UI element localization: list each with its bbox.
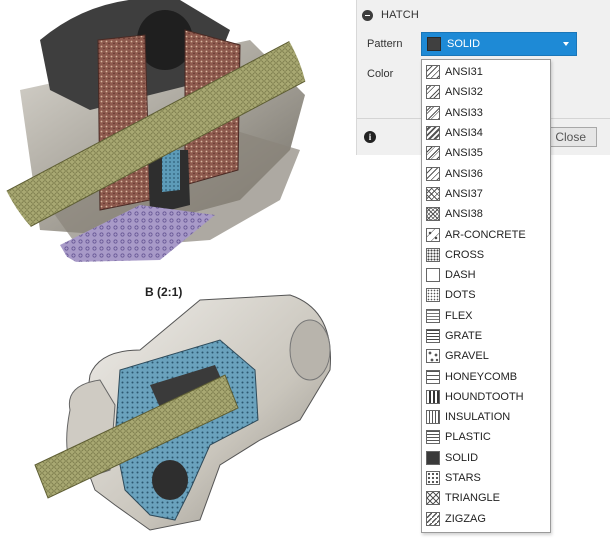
pattern-option[interactable]: DASH [422, 265, 550, 285]
flex-pattern-icon [426, 308, 440, 323]
pattern-option[interactable]: ZIGZAG [422, 509, 550, 529]
pattern-option-label: PLASTIC [445, 431, 491, 444]
pattern-option[interactable]: FLEX [422, 306, 550, 326]
pattern-option[interactable]: STARS [422, 468, 550, 488]
pattern-option-label: ANSI38 [445, 208, 483, 221]
pattern-option-label: INSULATION [445, 411, 511, 424]
solid-swatch-icon [427, 37, 441, 51]
info-icon[interactable]: i [364, 131, 376, 143]
pattern-option-label: HOUNDTOOTH [445, 390, 524, 403]
ansi31-pattern-icon [426, 65, 440, 80]
pattern-option[interactable]: ANSI34 [422, 123, 550, 143]
ansi36-pattern-icon [426, 166, 440, 181]
pattern-option[interactable]: ANSI36 [422, 163, 550, 183]
pattern-option-label: FLEX [445, 309, 473, 322]
pattern-option-label: AR-CONCRETE [445, 228, 526, 241]
grate-pattern-icon [426, 329, 440, 343]
pattern-option-label: ANSI31 [445, 66, 483, 79]
honeycomb-pattern-icon [426, 369, 440, 384]
pattern-option[interactable]: HOUNDTOOTH [422, 387, 550, 407]
close-button[interactable]: Close [543, 127, 597, 147]
pattern-dropdown-list: ANSI31 ANSI32 ANSI33 ANSI34 ANSI35 ANSI36 ANSI… [421, 59, 551, 533]
pattern-selected-value: SOLID [447, 38, 481, 50]
ansi32-pattern-icon [426, 85, 440, 100]
pattern-option[interactable]: ANSI32 [422, 82, 550, 102]
panel-title: HATCH [381, 9, 420, 21]
pattern-option-label: TRIANGLE [445, 492, 501, 505]
pattern-option-label: GRATE [445, 330, 483, 342]
pattern-option[interactable]: SOLID [422, 448, 550, 468]
pattern-option-label: GRAVEL [445, 350, 489, 363]
section-view-detail-bottom [34, 294, 331, 531]
dash-pattern-icon [426, 268, 440, 283]
pattern-option-label: ANSI34 [445, 127, 483, 140]
triangle-pattern-icon [426, 491, 440, 506]
pattern-option[interactable]: GRAVEL [422, 346, 550, 366]
collapse-icon[interactable] [362, 9, 373, 21]
chevron-down-icon [563, 42, 569, 46]
ansi37-pattern-icon [426, 186, 440, 201]
ansi35-pattern-icon [426, 146, 440, 161]
pattern-option[interactable]: INSULATION [422, 407, 550, 427]
pattern-option[interactable]: ANSI31 [422, 62, 550, 82]
color-label: Color [367, 68, 394, 80]
pattern-option-label: ANSI32 [445, 86, 483, 99]
pattern-option[interactable]: CROSS [422, 245, 550, 265]
pattern-option[interactable]: AR-CONCRETE [422, 224, 550, 244]
pattern-option[interactable]: ANSI38 [422, 204, 550, 224]
pattern-select[interactable]: SOLID [421, 32, 577, 56]
pattern-option[interactable]: ANSI35 [422, 143, 550, 163]
stars-pattern-icon [426, 471, 440, 486]
dots-pattern-icon [426, 288, 440, 303]
section-view-detail-top [0, 0, 310, 275]
pattern-option-label: ANSI36 [445, 167, 483, 180]
pattern-option[interactable]: DOTS [422, 285, 550, 305]
plastic-pattern-icon [426, 430, 440, 445]
pattern-option-label: CROSS [445, 248, 485, 261]
pattern-option[interactable]: ANSI37 [422, 184, 550, 204]
pattern-option-label: ZIGZAG [445, 512, 486, 525]
pattern-option[interactable]: ANSI33 [422, 103, 550, 123]
ansi33-pattern-icon [426, 105, 440, 120]
ansi38-pattern-icon [426, 207, 440, 222]
pattern-option-label: HONEYCOMB [445, 370, 518, 383]
insulation-pattern-icon [426, 410, 440, 425]
pattern-option-label: DASH [445, 269, 476, 282]
gravel-pattern-icon [426, 349, 440, 364]
cross-pattern-icon [426, 247, 440, 262]
zigzag-pattern-icon [426, 511, 440, 526]
pattern-option-label: ANSI35 [445, 147, 483, 160]
pattern-option-label: ANSI37 [445, 187, 483, 200]
pattern-option[interactable]: PLASTIC [422, 427, 550, 447]
ansi34-pattern-icon [426, 126, 440, 141]
pattern-option[interactable]: HONEYCOMB [422, 366, 550, 386]
panel-header[interactable]: HATCH [357, 4, 610, 26]
pattern-option-label: ANSI33 [445, 106, 483, 119]
solid-pattern-icon [426, 450, 440, 465]
ar-concrete-pattern-icon [426, 227, 440, 242]
pattern-label: Pattern [367, 38, 403, 50]
pattern-option[interactable]: GRATE [422, 326, 550, 346]
pattern-option-label: STARS [445, 472, 481, 485]
houndtooth-pattern-icon [426, 389, 440, 404]
pattern-option-label: SOLID [445, 451, 479, 464]
pattern-option-label: DOTS [445, 289, 476, 302]
pattern-option[interactable]: TRIANGLE [422, 488, 550, 508]
